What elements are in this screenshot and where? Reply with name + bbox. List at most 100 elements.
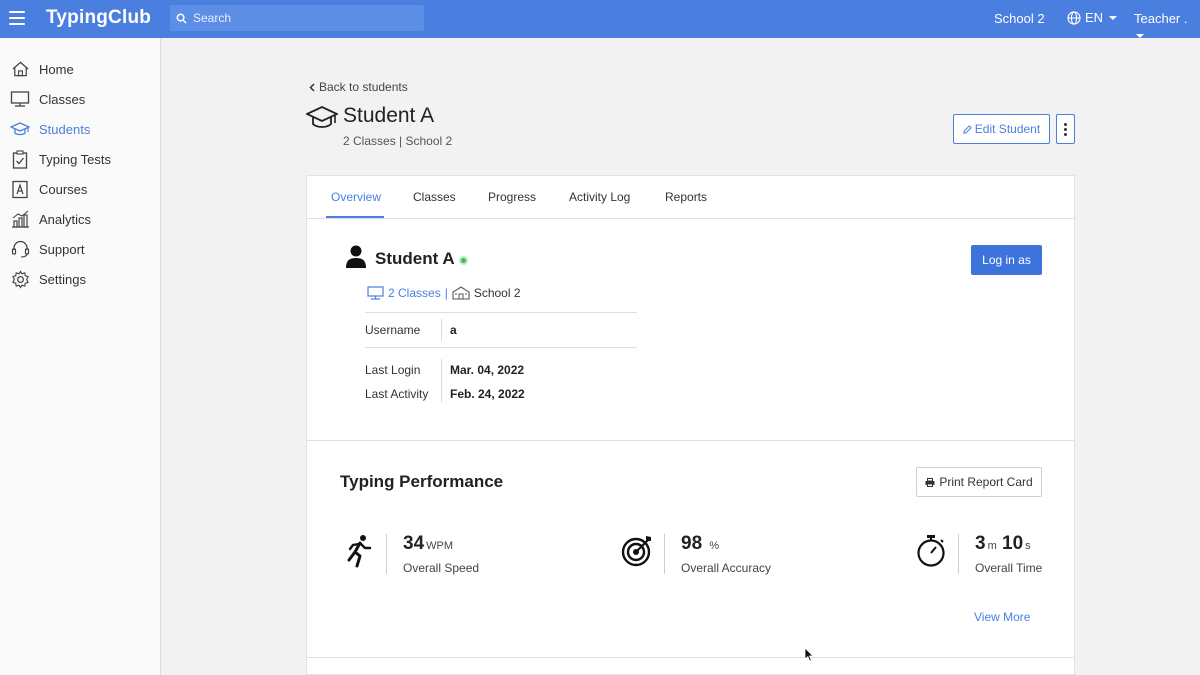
school-selector[interactable]: School 2: [994, 11, 1045, 26]
tab-reports[interactable]: Reports: [665, 190, 707, 204]
chevron-left-icon: [309, 82, 315, 92]
sidebar-item-label: Students: [39, 121, 91, 137]
sidebar-item-label: Courses: [39, 181, 88, 197]
classes-link[interactable]: 2 Classes: [388, 286, 441, 300]
last-login-value: Mar. 04, 2022: [450, 363, 525, 377]
language-label: EN: [1085, 10, 1104, 25]
stopwatch-icon: [916, 534, 946, 573]
time-value: 3m 10 s: [975, 533, 1031, 555]
graduation-cap-icon: [10, 119, 30, 139]
student-name: Student A: [375, 249, 455, 268]
dot: [1064, 132, 1067, 136]
monitor-icon: [10, 89, 30, 109]
speed-value: 34 WPM: [403, 533, 453, 555]
time-minutes-unit: m: [987, 540, 997, 552]
sidebar-item-analytics[interactable]: Analytics: [0, 205, 160, 233]
user-name: Teacher .: [1134, 11, 1188, 26]
sidebar-item-label: Classes: [39, 91, 86, 107]
course-book-icon: [10, 179, 30, 199]
edit-student-label: Edit Student: [974, 122, 1041, 136]
online-status-indicator: [459, 256, 468, 265]
print-report-card-label: Print Report Card: [939, 475, 1033, 489]
bar-chart-icon: [10, 209, 30, 229]
last-activity-label: Last Activity: [365, 387, 429, 401]
school-name: School 2: [473, 286, 521, 300]
student-meta: 2 Classes | School 2: [367, 286, 521, 300]
sidebar-item-label: Home: [39, 61, 74, 77]
sidebar-item-support[interactable]: Support: [0, 235, 160, 263]
app-logo[interactable]: TypingClub: [46, 7, 151, 29]
pencil-icon: [963, 124, 972, 134]
speed-unit: WPM: [426, 540, 454, 552]
time-label: Overall Time: [975, 561, 1043, 575]
chevron-down-icon: [1136, 34, 1144, 38]
last-login-label: Last Login: [365, 363, 421, 377]
home-icon: [10, 59, 30, 79]
graduation-cap-icon: [304, 105, 340, 136]
time-minutes: 3: [975, 533, 986, 554]
globe-icon: [1067, 10, 1081, 25]
tab-overview[interactable]: Overview: [331, 190, 381, 204]
target-icon: [621, 535, 653, 572]
sidebar-item-settings[interactable]: Settings: [0, 265, 160, 293]
tab-classes[interactable]: Classes: [413, 190, 456, 204]
page-title: Student A: [343, 104, 435, 127]
top-bar: TypingClub School 2 EN Teacher .: [0, 0, 1200, 38]
edit-student-button[interactable]: Edit Student: [953, 114, 1050, 144]
sidebar-item-classes[interactable]: Classes: [0, 85, 160, 113]
accuracy-label: Overall Accuracy: [681, 561, 772, 575]
view-more-link[interactable]: View More: [974, 610, 1030, 624]
speed-label: Overall Speed: [403, 561, 480, 575]
sidebar-item-courses[interactable]: Courses: [0, 175, 160, 203]
time-seconds-unit: s: [1025, 540, 1031, 552]
divider: [365, 312, 637, 313]
divider: [307, 657, 1074, 658]
divider: [441, 359, 442, 403]
tab-progress[interactable]: Progress: [488, 190, 536, 204]
divider: [664, 534, 665, 574]
divider: [365, 347, 637, 348]
username-value: a: [450, 323, 457, 337]
divider: [958, 534, 959, 574]
mouse-cursor-icon: [804, 647, 814, 667]
dot: [1064, 122, 1067, 126]
menu-icon[interactable]: [9, 11, 25, 25]
user-menu[interactable]: Teacher .: [1134, 11, 1200, 41]
speed-number: 34: [403, 533, 425, 554]
language-selector[interactable]: EN: [1067, 10, 1118, 25]
running-person-icon: [345, 534, 373, 573]
sidebar-item-label: Analytics: [39, 211, 92, 227]
sidebar-item-students[interactable]: Students: [0, 115, 160, 143]
search-box[interactable]: [170, 5, 424, 31]
school-building-icon: [452, 286, 470, 300]
sidebar-item-typing-tests[interactable]: Typing Tests: [0, 145, 160, 173]
back-to-students-link[interactable]: Back to students: [309, 80, 408, 94]
sidebar-item-home[interactable]: Home: [0, 55, 160, 83]
log-in-as-button[interactable]: Log in as: [971, 245, 1042, 275]
page-subtitle: 2 Classes | School 2: [343, 134, 453, 148]
printer-icon: [925, 477, 935, 487]
time-seconds: 10: [1002, 533, 1024, 554]
tab-activity-log[interactable]: Activity Log: [569, 190, 630, 204]
print-report-card-button[interactable]: Print Report Card: [916, 467, 1042, 497]
more-options-button[interactable]: [1056, 114, 1075, 144]
sidebar-item-label: Typing Tests: [39, 151, 112, 167]
headset-icon: [10, 239, 30, 259]
username-label: Username: [365, 323, 421, 337]
back-label: Back to students: [319, 80, 408, 94]
divider: [307, 440, 1074, 441]
monitor-icon: [367, 286, 384, 300]
typing-performance-title: Typing Performance: [340, 472, 504, 491]
divider: [386, 534, 387, 574]
accuracy-number: 98: [681, 533, 703, 554]
chevron-down-icon: [1109, 15, 1118, 20]
dot: [1064, 127, 1067, 131]
sidebar: Home Classes Students Typing Tests Cours…: [0, 38, 161, 675]
search-input[interactable]: [193, 11, 413, 25]
last-activity-value: Feb. 24, 2022: [450, 387, 525, 401]
search-icon: [176, 13, 187, 24]
sidebar-item-label: Settings: [39, 271, 86, 287]
divider: [441, 319, 442, 341]
tab-bar: Overview Classes Progress Activity Log R…: [307, 176, 1074, 219]
accuracy-unit: %: [709, 540, 720, 552]
